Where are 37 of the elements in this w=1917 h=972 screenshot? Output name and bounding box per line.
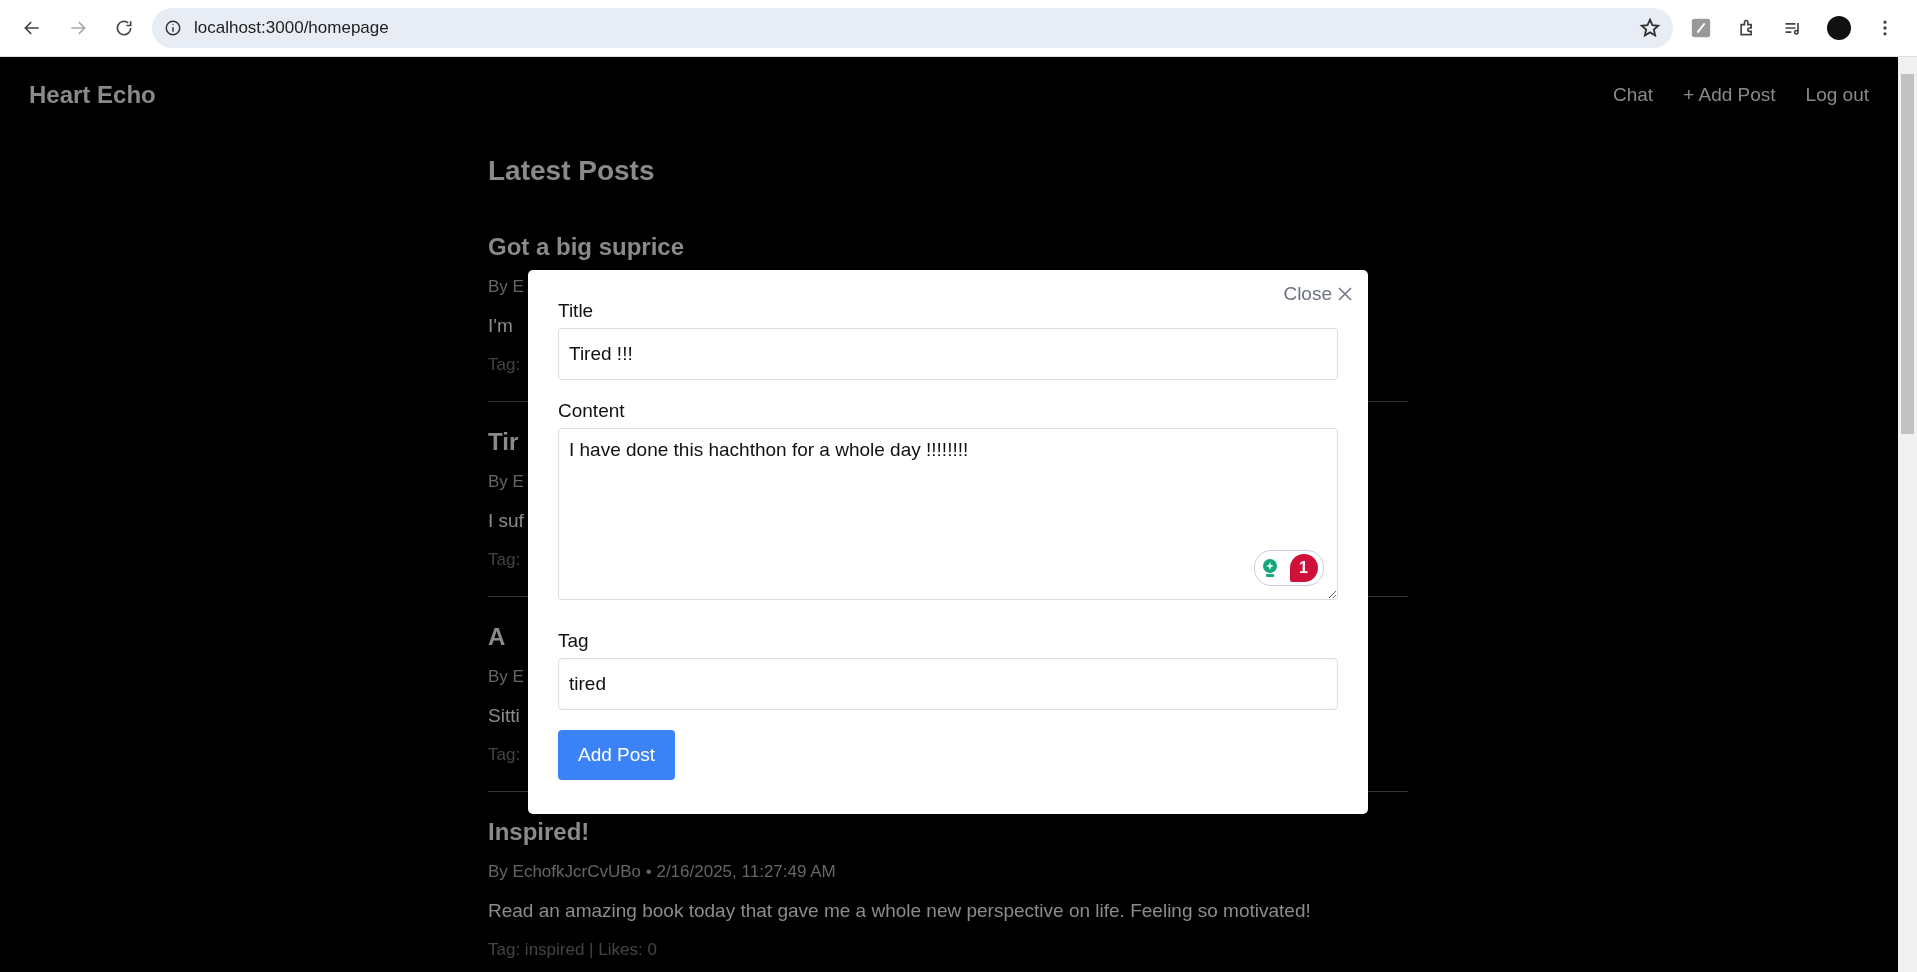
close-button[interactable]: Close: [1277, 282, 1360, 306]
post-body: Sitti: [488, 705, 520, 727]
post-title: Tir: [488, 428, 519, 456]
nav-link[interactable]: + Add Post: [1683, 84, 1776, 106]
field-label: Content: [558, 400, 626, 422]
post-meta: By E: [488, 667, 524, 687]
url-text: localhost:3000/homepage: [194, 18, 390, 38]
add-post-button[interactable]: Add Post: [558, 730, 676, 780]
nav-link[interactable]: Log out: [1805, 84, 1869, 106]
star-icon[interactable]: [1639, 17, 1661, 39]
post-body: Read an amazing book today that gave me a whole new perspective on life. Feeling so motivated!: [488, 900, 1311, 922]
section-heading: Latest Posts: [488, 154, 655, 188]
close-icon: [1336, 285, 1354, 303]
post-meta: By E: [488, 277, 524, 297]
text-field[interactable]: tired: [558, 658, 1338, 710]
nav-link[interactable]: Chat: [1613, 84, 1654, 106]
post-title: Inspired!: [488, 818, 590, 846]
post-footer: Tag: inspired | Likes: 0: [488, 940, 657, 960]
post-body: I'm: [488, 315, 513, 337]
issue-count: 1: [1289, 554, 1318, 582]
address-bar[interactable]: localhost:3000/homepage: [152, 8, 1673, 48]
lightbulb-icon: [1260, 558, 1279, 578]
field-label: Tag: [558, 630, 590, 652]
post-footer: Tag:: [488, 550, 521, 570]
post-title: Got a big suprice: [488, 233, 685, 261]
post-footer: Tag:: [488, 745, 521, 765]
post-body: I suf: [488, 510, 524, 532]
scrollbar-thumb[interactable]: [1901, 74, 1914, 434]
post-footer: Tag:: [488, 355, 521, 375]
grammar-badge[interactable]: 1: [1254, 550, 1324, 586]
text-field[interactable]: Tired !!!: [558, 328, 1338, 380]
post-meta: By EchofkJcrCvUBo • 2/16/2025, 11:27:49 AM: [488, 862, 836, 882]
post-meta: By E: [488, 472, 524, 492]
info-icon[interactable]: [164, 19, 182, 37]
post-title: A: [488, 623, 506, 651]
field-label: Title: [558, 300, 595, 322]
brand-title: Heart Echo: [29, 81, 156, 109]
